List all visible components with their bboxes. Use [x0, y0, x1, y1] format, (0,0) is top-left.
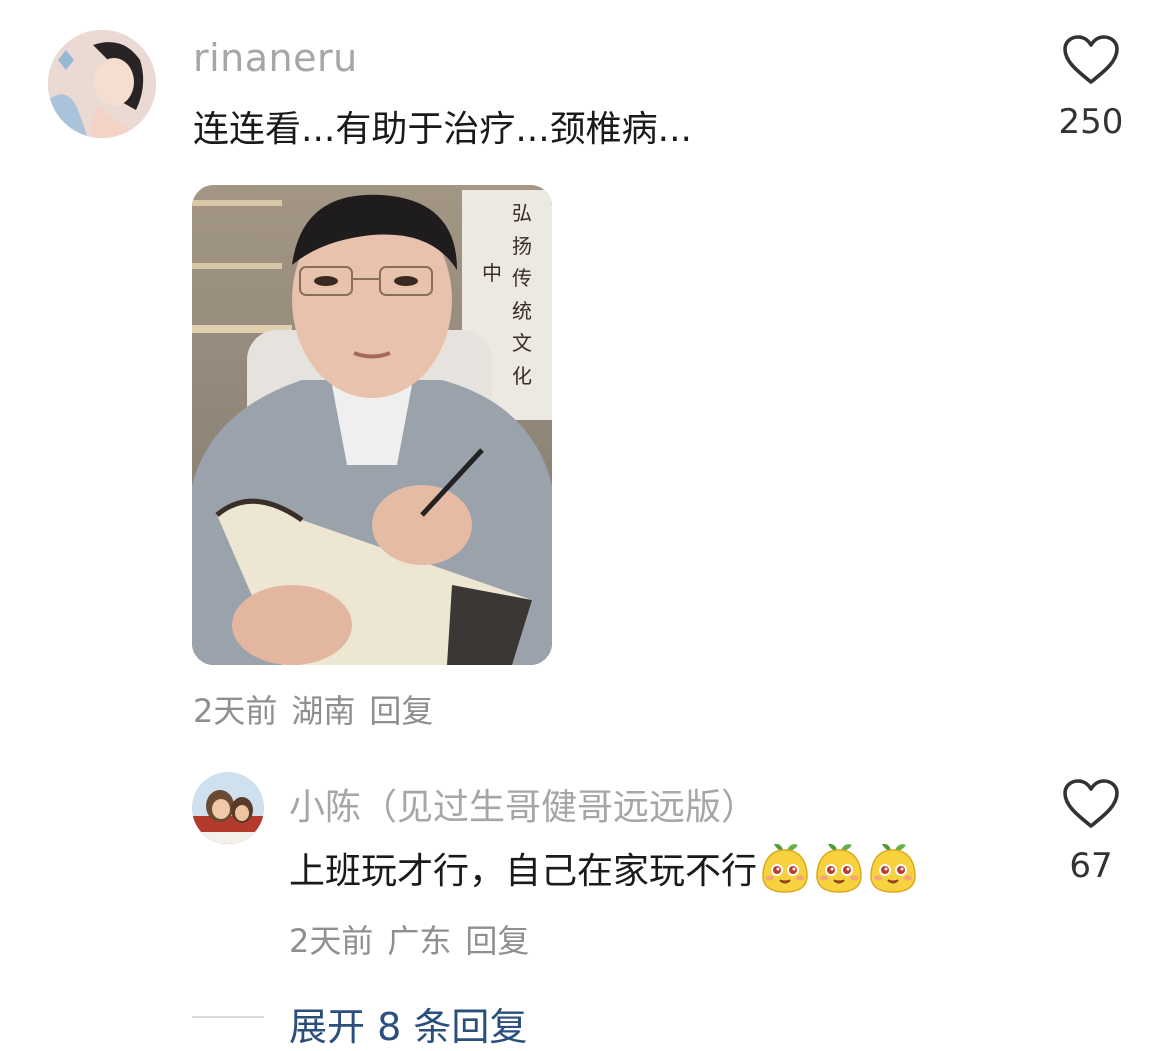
heart-icon	[1063, 35, 1119, 84]
comment-text: 上班玩才行，自己在家玩不行	[289, 842, 921, 894]
avatar[interactable]	[192, 772, 264, 844]
divider	[192, 1016, 264, 1018]
like-count: 67	[1069, 846, 1113, 886]
username[interactable]: rinaneru	[193, 36, 358, 80]
comment-text: 连连看...有助于治疗...颈椎病...	[193, 109, 692, 150]
comment-meta: 2天前 湖南 回复	[193, 686, 447, 732]
svg-text:中: 中	[482, 261, 502, 285]
expand-replies-link[interactable]: 展开 8 条回复	[289, 996, 527, 1051]
avatar-woman-portrait-icon	[48, 30, 156, 138]
comment-meta: 2天前 广东 回复	[289, 916, 543, 962]
svg-text:扬: 扬	[512, 234, 532, 258]
reply-button[interactable]: 回复	[465, 922, 529, 960]
svg-text:传: 传	[512, 266, 532, 290]
emoji-group	[759, 842, 921, 894]
like-count: 250	[1058, 102, 1124, 142]
reply-text: 上班玩才行，自己在家玩不行	[289, 851, 758, 892]
svg-text:化: 化	[512, 364, 532, 388]
avatar[interactable]	[48, 30, 156, 138]
photo-man-writing-notebook-icon: 弘 扬 传 统 文 化 中	[192, 185, 552, 665]
yellow-sprout-face-emoji-icon	[816, 843, 862, 893]
comment-time: 2天前	[193, 692, 278, 730]
svg-text:弘: 弘	[512, 201, 532, 225]
yellow-sprout-face-emoji-icon	[762, 843, 808, 893]
comment-time: 2天前	[289, 922, 374, 960]
svg-text:文: 文	[512, 331, 532, 355]
username[interactable]: 小陈（见过生哥健哥远远版）	[289, 778, 757, 830]
heart-icon	[1063, 779, 1119, 828]
comment-location: 广东	[387, 922, 452, 960]
like-button[interactable]	[1062, 34, 1120, 86]
yellow-sprout-face-emoji-icon	[870, 843, 916, 893]
avatar-cartoon-girl-icon	[192, 772, 264, 844]
comment-location: 湖南	[291, 692, 356, 730]
reply-button[interactable]: 回复	[369, 692, 433, 730]
like-button[interactable]	[1062, 778, 1120, 830]
svg-text:统: 统	[512, 299, 532, 323]
comment-image[interactable]: 弘 扬 传 统 文 化 中	[192, 185, 552, 665]
